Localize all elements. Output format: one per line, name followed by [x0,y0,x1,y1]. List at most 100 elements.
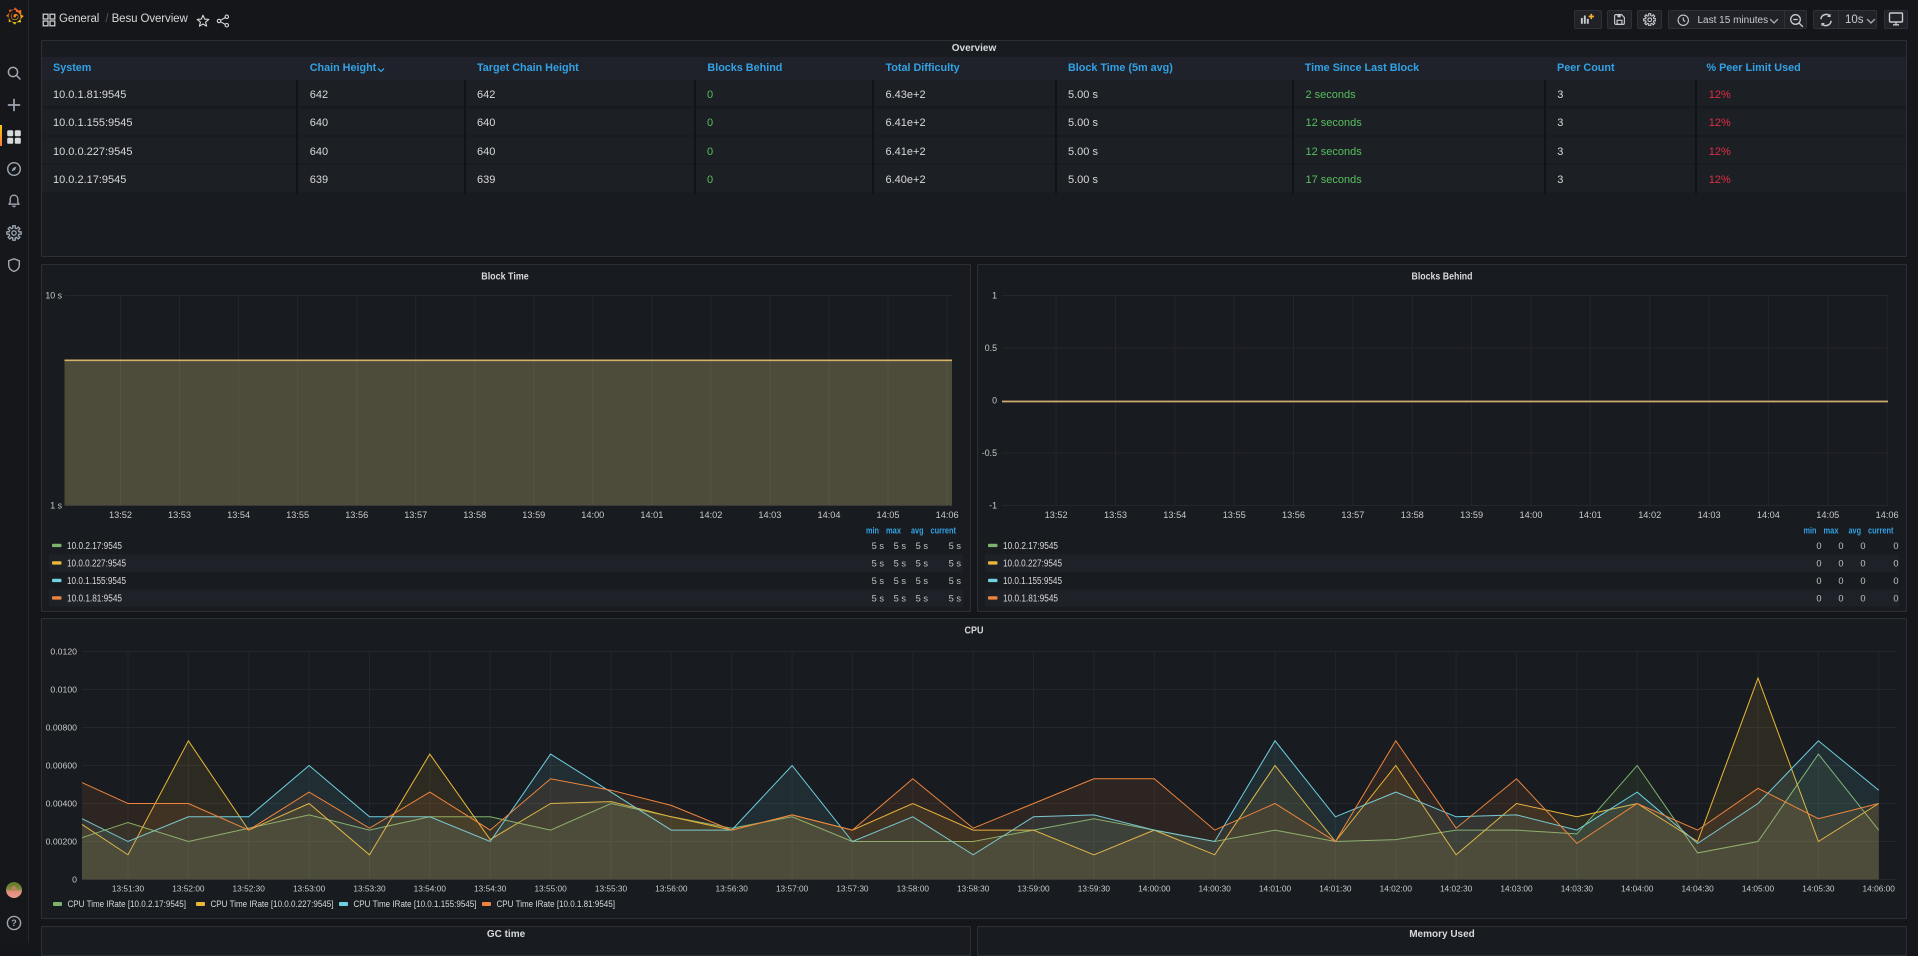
svg-text:13:59: 13:59 [522,510,545,520]
svg-text:0: 0 [72,875,77,885]
svg-text:13:58: 13:58 [1401,510,1424,520]
svg-text:0: 0 [1838,558,1843,568]
svg-text:14:03: 14:03 [758,510,781,520]
svg-text:14:06: 14:06 [936,510,959,520]
svg-text:13:57:30: 13:57:30 [836,884,869,894]
svg-text:13:53:00: 13:53:00 [293,884,326,894]
svg-text:10.0.1.155:9545: 10.0.1.155:9545 [1003,576,1062,587]
svg-text:0.0100: 0.0100 [50,685,77,695]
svg-text:13:59: 13:59 [1460,510,1483,520]
svg-text:-0.5: -0.5 [982,448,997,458]
svg-text:CPU: CPU [965,625,984,637]
svg-text:0: 0 [1816,576,1821,586]
svg-text:13:56: 13:56 [345,510,368,520]
svg-text:13:55:00: 13:55:00 [534,884,567,894]
svg-text:1 s: 1 s [50,501,62,511]
svg-text:CPU Time IRate [10.0.1.155:954: CPU Time IRate [10.0.1.155:9545] [354,899,477,909]
svg-text:14:00:30: 14:00:30 [1199,884,1232,894]
svg-text:0.00400: 0.00400 [46,799,78,809]
svg-text:14:01: 14:01 [640,510,663,520]
svg-text:14:04: 14:04 [818,510,841,520]
svg-text:14:03:00: 14:03:00 [1500,884,1533,894]
svg-text:5 s: 5 s [949,541,962,551]
svg-text:10.0.2.17:9545: 10.0.2.17:9545 [67,541,122,552]
svg-text:13:54:00: 13:54:00 [414,884,447,894]
svg-text:13:55: 13:55 [286,510,309,520]
svg-text:14:03:30: 14:03:30 [1561,884,1594,894]
svg-text:0: 0 [1816,541,1821,551]
svg-text:14:01: 14:01 [1579,510,1602,520]
svg-text:13:59:00: 13:59:00 [1017,884,1050,894]
svg-text:13:51:30: 13:51:30 [112,884,145,894]
svg-text:14:06:00: 14:06:00 [1863,884,1896,894]
svg-text:13:54:30: 13:54:30 [474,884,507,894]
svg-text:13:52: 13:52 [109,510,132,520]
svg-text:14:03: 14:03 [1698,510,1721,520]
svg-text:10.0.1.155:9545: 10.0.1.155:9545 [67,576,126,587]
svg-text:avg: avg [1849,526,1862,536]
svg-text:14:04:30: 14:04:30 [1681,884,1714,894]
svg-text:0: 0 [1838,541,1843,551]
svg-text:0: 0 [1860,558,1865,568]
svg-text:5 s: 5 s [916,558,929,568]
svg-text:13:58:30: 13:58:30 [957,884,990,894]
svg-text:14:01:30: 14:01:30 [1319,884,1352,894]
svg-text:14:00:00: 14:00:00 [1138,884,1171,894]
svg-text:10.0.0.227:9545: 10.0.0.227:9545 [67,558,126,569]
svg-text:1: 1 [992,291,997,301]
svg-text:13:52: 13:52 [1045,510,1068,520]
svg-text:5 s: 5 s [872,541,885,551]
svg-text:0.00600: 0.00600 [46,761,78,771]
svg-text:0.00200: 0.00200 [46,837,78,847]
svg-text:13:57: 13:57 [404,510,427,520]
svg-text:min: min [1804,526,1817,536]
svg-text:14:00: 14:00 [1520,510,1543,520]
svg-text:13:53: 13:53 [168,510,191,520]
svg-text:min: min [866,526,879,536]
svg-text:13:59:30: 13:59:30 [1078,884,1111,894]
svg-text:14:02:00: 14:02:00 [1380,884,1413,894]
svg-text:5 s: 5 s [872,558,885,568]
svg-text:max: max [886,526,902,536]
svg-text:current: current [931,526,957,536]
svg-text:-1: -1 [989,501,997,511]
svg-text:10.0.1.81:9545: 10.0.1.81:9545 [1003,593,1058,604]
svg-text:Blocks Behind: Blocks Behind [1412,271,1473,283]
svg-text:13:55: 13:55 [1223,510,1246,520]
svg-text:5 s: 5 s [916,541,929,551]
svg-text:13:56: 13:56 [1282,510,1305,520]
svg-text:14:04: 14:04 [1757,510,1780,520]
svg-text:13:58: 13:58 [463,510,486,520]
svg-text:Block Time: Block Time [481,271,529,283]
svg-text:CPU Time IRate [10.0.2.17:9545: CPU Time IRate [10.0.2.17:9545] [68,899,187,909]
svg-text:10.0.1.81:9545: 10.0.1.81:9545 [67,593,122,604]
svg-text:0: 0 [1816,593,1821,603]
svg-text:14:01:00: 14:01:00 [1259,884,1292,894]
svg-text:5 s: 5 s [916,576,929,586]
svg-text:0.0120: 0.0120 [50,647,77,657]
svg-text:CPU Time IRate [10.0.0.227:954: CPU Time IRate [10.0.0.227:9545] [211,899,334,909]
svg-text:10.0.0.227:9545: 10.0.0.227:9545 [1003,558,1062,569]
svg-text:0: 0 [1893,558,1898,568]
svg-text:5 s: 5 s [894,576,907,586]
svg-text:14:05:30: 14:05:30 [1802,884,1835,894]
svg-text:14:00: 14:00 [581,510,604,520]
svg-text:14:05:00: 14:05:00 [1742,884,1775,894]
svg-text:0.5: 0.5 [985,343,997,353]
svg-text:13:54: 13:54 [1163,510,1186,520]
svg-text:CPU Time IRate [10.0.1.81:9545: CPU Time IRate [10.0.1.81:9545] [497,899,616,909]
svg-text:5 s: 5 s [949,576,962,586]
svg-text:13:52:30: 13:52:30 [233,884,266,894]
svg-text:5 s: 5 s [916,593,929,603]
svg-text:current: current [1868,526,1894,536]
svg-text:0: 0 [992,396,997,406]
svg-text:13:55:30: 13:55:30 [595,884,628,894]
svg-text:13:58:00: 13:58:00 [897,884,930,894]
svg-text:0: 0 [1838,593,1843,603]
svg-text:13:57: 13:57 [1341,510,1364,520]
svg-text:14:05: 14:05 [1816,510,1839,520]
svg-text:avg: avg [911,526,924,536]
svg-text:14:02: 14:02 [1638,510,1661,520]
svg-text:5 s: 5 s [872,576,885,586]
svg-text:0.00800: 0.00800 [46,723,78,733]
